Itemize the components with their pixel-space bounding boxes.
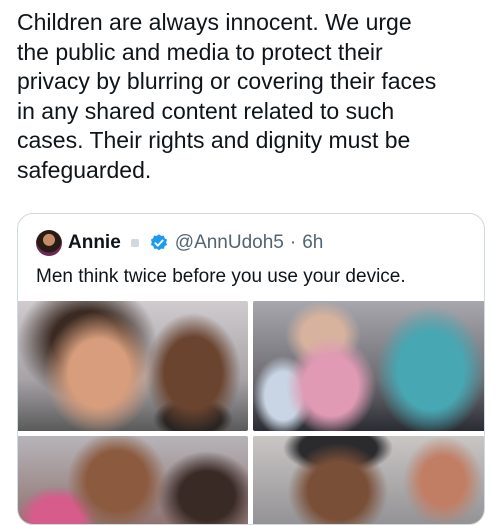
media-photo[interactable] bbox=[253, 301, 484, 431]
author-handle[interactable]: @AnnUdoh5 bbox=[175, 232, 284, 254]
affiliate-badge-icon bbox=[130, 239, 139, 247]
media-photo[interactable] bbox=[18, 436, 248, 524]
quoted-tweet-card[interactable]: Annie @AnnUdoh5 · 6h Men think twice bef… bbox=[17, 213, 485, 525]
author-name[interactable]: Annie bbox=[68, 232, 121, 254]
tweet-timestamp[interactable]: 6h bbox=[302, 232, 323, 254]
quoted-tweet-header: Annie @AnnUdoh5 · 6h bbox=[36, 230, 323, 256]
tweet-text: Children are always innocent. We urge th… bbox=[17, 9, 437, 183]
separator-dot: · bbox=[289, 232, 297, 253]
quoted-tweet-text: Men think twice before you use your devi… bbox=[36, 266, 406, 287]
avatar[interactable] bbox=[36, 230, 62, 256]
media-grid bbox=[18, 301, 484, 524]
verified-badge-icon bbox=[150, 234, 167, 251]
media-photo[interactable] bbox=[18, 301, 248, 431]
media-photo[interactable] bbox=[253, 436, 484, 524]
